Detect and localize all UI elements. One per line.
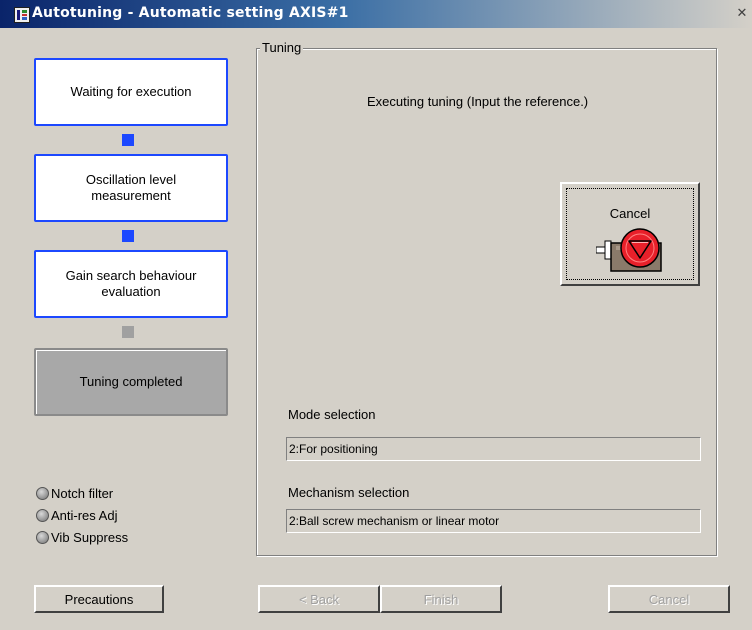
motor-stop-icon bbox=[596, 228, 662, 272]
step-label: Tuning completed bbox=[79, 374, 183, 389]
mode-selection-field: 2:For positioning bbox=[286, 437, 701, 461]
indicator-led-icon bbox=[36, 486, 49, 500]
step-connector bbox=[122, 326, 134, 338]
cancel-tuning-label: Cancel bbox=[609, 206, 651, 221]
tuning-groupbox bbox=[256, 48, 717, 556]
indicator-label: Notch filter bbox=[51, 485, 114, 501]
cancel-button[interactable]: Cancel bbox=[608, 585, 730, 613]
tuning-group-label: Tuning bbox=[260, 40, 304, 55]
step-waiting-for-execution: Waiting for execution bbox=[34, 58, 228, 126]
step-connector bbox=[122, 134, 134, 146]
indicator-vib-suppress: Vib Suppress bbox=[36, 528, 128, 546]
indicator-label: Vib Suppress bbox=[51, 529, 129, 545]
step-gain-search: Gain search behaviour evaluation bbox=[34, 250, 228, 318]
mechanism-selection-field: 2:Ball screw mechanism or linear motor bbox=[286, 509, 701, 533]
tuning-status-text: Executing tuning (Input the reference.) bbox=[367, 94, 589, 109]
step-label: Gain search behaviour evaluation bbox=[65, 268, 197, 299]
indicator-notch-filter: Notch filter bbox=[36, 484, 113, 502]
step-oscillation-level-measurement: Oscillation level measurement bbox=[34, 154, 228, 222]
indicator-led-icon bbox=[36, 530, 49, 544]
step-connector bbox=[122, 230, 134, 242]
step-label: Waiting for execution bbox=[70, 84, 192, 99]
precautions-button[interactable]: Precautions bbox=[34, 585, 164, 613]
mode-selection-label: Mode selection bbox=[288, 407, 376, 422]
finish-button[interactable]: Finish bbox=[380, 585, 502, 613]
app-icon bbox=[14, 7, 30, 23]
mechanism-selection-label: Mechanism selection bbox=[288, 485, 410, 500]
close-icon[interactable]: ✕ bbox=[734, 7, 750, 21]
indicator-led-icon bbox=[36, 508, 49, 522]
title-bar: Autotuning - Automatic setting AXIS#1 ✕ bbox=[0, 0, 752, 28]
indicator-label: Anti-res Adj bbox=[51, 507, 118, 523]
step-label: Oscillation level measurement bbox=[85, 172, 177, 203]
indicator-anti-res-adj: Anti-res Adj bbox=[36, 506, 117, 524]
back-button[interactable]: < Back bbox=[258, 585, 380, 613]
step-tuning-completed: Tuning completed bbox=[34, 348, 228, 416]
cancel-tuning-button[interactable]: Cancel bbox=[560, 182, 700, 286]
window-title: Autotuning - Automatic setting AXIS#1 bbox=[32, 5, 349, 21]
